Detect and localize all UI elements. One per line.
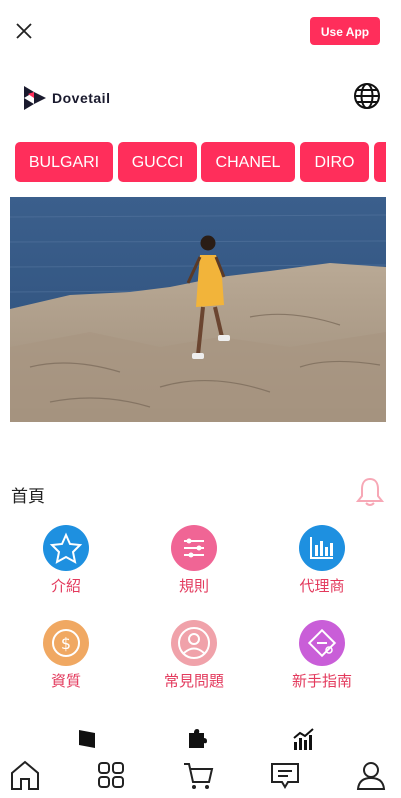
message-icon[interactable] [268, 758, 302, 792]
cart-icon[interactable] [181, 758, 215, 792]
grid-label: 規則 [178, 577, 209, 595]
logo: Dovetail [22, 84, 110, 112]
sliders-icon [171, 525, 217, 571]
top-bar: Use App [0, 0, 401, 62]
brand-tabs: BULGARI GUCCI CHANEL DIRO [0, 142, 386, 182]
grid-icon[interactable] [94, 758, 128, 792]
home-icon[interactable] [8, 758, 42, 792]
book-icon[interactable] [77, 728, 97, 750]
banner-image[interactable] [10, 197, 386, 422]
dovetail-logo-icon [24, 86, 46, 110]
grid-item-intro[interactable]: 介紹 [16, 525, 116, 596]
trend-chart-icon[interactable] [292, 728, 316, 750]
puzzle-icon[interactable] [185, 728, 207, 750]
page-title: 首頁 [11, 487, 45, 507]
close-icon[interactable] [14, 21, 34, 41]
grid-item-guide[interactable]: 新手指南 [272, 620, 372, 691]
dollar-icon: $ [43, 620, 89, 666]
grid-label: 新手指南 [291, 672, 352, 690]
bottom-tab-bar [0, 755, 401, 798]
globe-icon[interactable] [352, 81, 382, 111]
user-icon[interactable] [354, 758, 388, 792]
logo-text: Dovetail [52, 90, 111, 106]
grid-item-qualification[interactable]: $ 資質 [16, 620, 116, 691]
brand-tab-diro[interactable]: DIRO [300, 142, 369, 182]
brand-tab-gucci[interactable]: GUCCI [118, 142, 197, 182]
grid-label: 資質 [50, 672, 81, 690]
star-icon [43, 525, 89, 571]
bar-chart-icon [299, 525, 345, 571]
grid-item-faq[interactable]: 常見問題 [144, 620, 244, 691]
grid-label: 常見問題 [163, 672, 224, 690]
svg-text:$: $ [61, 634, 71, 653]
bell-icon[interactable] [355, 476, 385, 508]
grid-item-rules[interactable]: 規則 [144, 525, 244, 596]
brand-tab-partial[interactable] [374, 142, 386, 182]
user-circle-icon [171, 620, 217, 666]
brand-tab-chanel[interactable]: CHANEL [201, 142, 295, 182]
grid-label: 代理商 [299, 577, 345, 595]
grid-item-agents[interactable]: 代理商 [272, 525, 372, 596]
grid-label: 介紹 [50, 577, 81, 595]
guide-icon [299, 620, 345, 666]
brand-tab-bulgari[interactable]: BULGARI [15, 142, 113, 182]
use-app-button[interactable]: Use App [310, 17, 380, 45]
